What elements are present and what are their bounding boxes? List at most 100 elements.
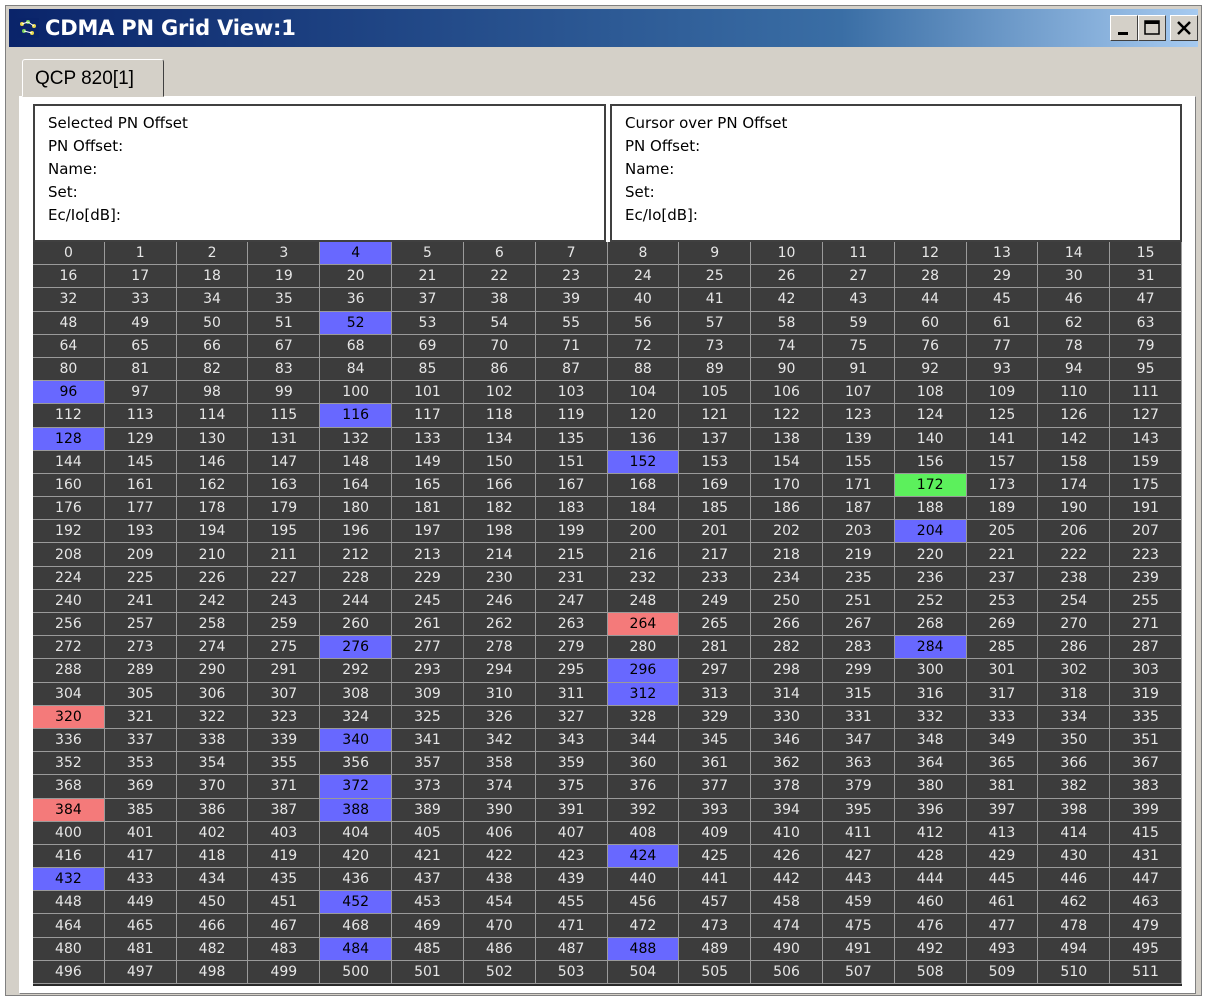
pn-cell-127[interactable]: 127 [1110,404,1182,428]
pn-cell-396[interactable]: 396 [894,798,967,822]
pn-cell-82[interactable]: 82 [176,357,249,382]
pn-cell-471[interactable]: 471 [535,914,608,938]
pn-cell-236[interactable]: 236 [894,566,967,590]
pn-cell-273[interactable]: 273 [104,636,177,660]
pn-cell-342[interactable]: 342 [463,728,536,753]
pn-cell-11[interactable]: 11 [822,242,895,266]
pn-offset-grid[interactable]: 0 1 2 3 4 5 6 7 8 9 10 11 12 13 14 15 16 17 18 19 20 21 22 23 24… [33,242,1182,986]
pn-cell-370[interactable]: 370 [176,775,249,799]
pn-cell-75[interactable]: 75 [822,334,895,358]
pn-cell-162[interactable]: 162 [176,473,249,498]
pn-cell-387[interactable]: 387 [248,798,321,822]
pn-cell-374[interactable]: 374 [463,775,536,799]
pn-cell-146[interactable]: 146 [176,450,249,474]
pn-cell-177[interactable]: 177 [104,497,177,521]
pn-cell-264[interactable]: 264 [607,613,680,637]
pn-cell-484[interactable]: 484 [320,937,393,961]
pn-cell-235[interactable]: 235 [822,566,895,590]
pn-cell-244[interactable]: 244 [320,589,393,613]
pn-cell-470[interactable]: 470 [463,914,536,938]
pn-cell-255[interactable]: 255 [1110,589,1182,613]
pn-cell-419[interactable]: 419 [248,844,321,869]
pn-cell-285[interactable]: 285 [966,636,1039,660]
pn-cell-254[interactable]: 254 [1038,589,1111,613]
pn-cell-183[interactable]: 183 [535,497,608,521]
pn-cell-0[interactable]: 0 [33,242,105,266]
pn-cell-410[interactable]: 410 [751,821,823,845]
pn-cell-416[interactable]: 416 [33,844,105,869]
pn-cell-380[interactable]: 380 [894,775,967,799]
pn-cell-101[interactable]: 101 [392,381,464,405]
pn-cell-372[interactable]: 372 [320,775,393,799]
pn-cell-185[interactable]: 185 [679,497,752,521]
pn-cell-252[interactable]: 252 [894,589,967,613]
pn-cell-20[interactable]: 20 [320,265,393,289]
pn-cell-157[interactable]: 157 [966,450,1039,474]
pn-cell-169[interactable]: 169 [679,473,752,498]
pn-cell-241[interactable]: 241 [104,589,177,613]
pn-cell-294[interactable]: 294 [463,659,536,683]
pn-cell-352[interactable]: 352 [33,752,105,776]
pn-cell-441[interactable]: 441 [679,868,752,892]
pn-cell-303[interactable]: 303 [1110,659,1182,683]
pn-cell-504[interactable]: 504 [607,960,680,984]
pn-cell-247[interactable]: 247 [535,589,608,613]
pn-cell-138[interactable]: 138 [751,427,823,451]
pn-cell-493[interactable]: 493 [966,937,1039,961]
pn-cell-53[interactable]: 53 [392,311,464,335]
pn-cell-189[interactable]: 189 [966,497,1039,521]
pn-cell-102[interactable]: 102 [463,381,536,405]
pn-cell-180[interactable]: 180 [320,497,393,521]
pn-cell-66[interactable]: 66 [176,334,249,358]
pn-cell-426[interactable]: 426 [751,844,823,869]
pn-cell-505[interactable]: 505 [679,960,752,984]
pn-cell-45[interactable]: 45 [966,288,1039,312]
pn-cell-175[interactable]: 175 [1110,473,1182,498]
pn-cell-459[interactable]: 459 [822,891,895,915]
pn-cell-207[interactable]: 207 [1110,520,1182,544]
pn-cell-275[interactable]: 275 [248,636,321,660]
pn-cell-195[interactable]: 195 [248,520,321,544]
pn-cell-435[interactable]: 435 [248,868,321,892]
pn-cell-317[interactable]: 317 [966,682,1039,706]
pn-cell-155[interactable]: 155 [822,450,895,474]
pn-cell-400[interactable]: 400 [33,821,105,845]
pn-cell-356[interactable]: 356 [320,752,393,776]
pn-cell-283[interactable]: 283 [822,636,895,660]
pn-cell-76[interactable]: 76 [894,334,967,358]
pn-cell-84[interactable]: 84 [320,357,393,382]
pn-cell-60[interactable]: 60 [894,311,967,335]
pn-cell-284[interactable]: 284 [894,636,967,660]
pn-cell-139[interactable]: 139 [822,427,895,451]
pn-cell-431[interactable]: 431 [1110,844,1182,869]
pn-cell-118[interactable]: 118 [463,404,536,428]
pn-cell-29[interactable]: 29 [966,265,1039,289]
pn-cell-222[interactable]: 222 [1038,543,1111,567]
pn-cell-22[interactable]: 22 [463,265,536,289]
pn-cell-91[interactable]: 91 [822,357,895,382]
pn-cell-350[interactable]: 350 [1038,728,1111,753]
pn-cell-239[interactable]: 239 [1110,566,1182,590]
pn-cell-349[interactable]: 349 [966,728,1039,753]
pn-cell-412[interactable]: 412 [894,821,967,845]
pn-cell-279[interactable]: 279 [535,636,608,660]
pn-cell-369[interactable]: 369 [104,775,177,799]
pn-cell-489[interactable]: 489 [679,937,752,961]
pn-cell-371[interactable]: 371 [248,775,321,799]
pn-cell-229[interactable]: 229 [392,566,464,590]
pn-cell-461[interactable]: 461 [966,891,1039,915]
pn-cell-266[interactable]: 266 [751,613,823,637]
pn-cell-506[interactable]: 506 [751,960,823,984]
pn-cell-42[interactable]: 42 [751,288,823,312]
pn-cell-97[interactable]: 97 [104,381,177,405]
pn-cell-54[interactable]: 54 [463,311,536,335]
pn-cell-488[interactable]: 488 [607,937,680,961]
pn-cell-333[interactable]: 333 [966,705,1039,729]
pn-cell-438[interactable]: 438 [463,868,536,892]
pn-cell-14[interactable]: 14 [1038,242,1111,266]
close-button[interactable] [1170,15,1198,41]
pn-cell-351[interactable]: 351 [1110,728,1182,753]
pn-cell-449[interactable]: 449 [104,891,177,915]
pn-cell-447[interactable]: 447 [1110,868,1182,892]
pn-cell-37[interactable]: 37 [392,288,464,312]
